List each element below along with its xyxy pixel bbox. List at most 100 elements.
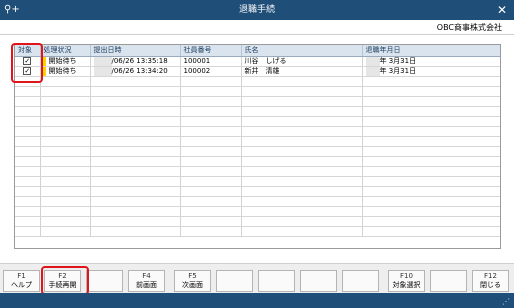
table-row[interactable]: ✓ 開始待ち /06/26 13:35:18 100001 川谷 しげる 年 3… xyxy=(15,56,500,67)
retirement-grid[interactable]: 対象 処理状況 提出日時 社員番号 氏名 退職年月日 ✓ 開始待ち /06/26… xyxy=(14,44,501,249)
grid-header-row: 対象 処理状況 提出日時 社員番号 氏名 退職年月日 xyxy=(15,45,500,57)
empty-cell xyxy=(40,166,91,177)
empty-cell xyxy=(180,156,242,167)
f4-prev-screen-button[interactable]: F4 前画面 xyxy=(128,270,165,292)
redacted-block xyxy=(93,56,112,65)
employee-no-cell: 100002 xyxy=(180,66,242,77)
empty-row[interactable] xyxy=(15,226,500,237)
fkey-label: 対象選択 xyxy=(392,281,421,289)
empty-row[interactable] xyxy=(15,216,500,227)
empty-cell xyxy=(241,136,363,147)
empty-cell xyxy=(241,76,363,87)
empty-row[interactable] xyxy=(15,126,500,137)
f12-close-button[interactable]: F12 閉じる xyxy=(472,270,509,292)
column-header-employee-no[interactable]: 社員番号 xyxy=(180,45,242,57)
empty-row[interactable] xyxy=(15,186,500,197)
empty-cell xyxy=(180,96,242,107)
empty-cell xyxy=(15,136,41,147)
empty-cell xyxy=(90,176,181,187)
f5-next-screen-button[interactable]: F5 次画面 xyxy=(174,270,211,292)
empty-cell xyxy=(15,146,41,157)
f2-button-highlight xyxy=(41,266,89,295)
empty-cell xyxy=(40,216,91,227)
f6-button[interactable] xyxy=(216,270,253,292)
fkey-number: F10 xyxy=(400,272,413,280)
empty-cell xyxy=(90,116,181,127)
empty-row[interactable] xyxy=(15,116,500,127)
empty-row[interactable] xyxy=(15,106,500,117)
empty-cell xyxy=(40,156,91,167)
empty-cell xyxy=(40,106,91,117)
empty-row[interactable] xyxy=(15,176,500,187)
empty-cell xyxy=(15,216,41,227)
empty-row[interactable] xyxy=(15,206,500,217)
fkey-label: 閉じる xyxy=(480,281,501,289)
empty-cell xyxy=(241,156,363,167)
empty-cell xyxy=(362,156,500,167)
empty-cell xyxy=(15,126,41,137)
empty-row[interactable] xyxy=(15,76,500,87)
fkey-number: F5 xyxy=(188,272,197,280)
employee-no-cell: 100001 xyxy=(180,56,242,67)
empty-cell xyxy=(15,196,41,207)
empty-cell xyxy=(180,116,242,127)
fkey-number: F12 xyxy=(484,272,497,280)
empty-cell xyxy=(15,186,41,197)
column-header-retire-date[interactable]: 退職年月日 xyxy=(362,45,500,57)
empty-cell xyxy=(15,166,41,177)
empty-row[interactable] xyxy=(15,136,500,147)
empty-row[interactable] xyxy=(15,96,500,107)
status-cell: 開始待ち xyxy=(40,66,91,77)
table-row[interactable]: ✓ 開始待ち /06/26 13:34:20 100002 新井 清雄 年 3月… xyxy=(15,66,500,77)
status-bar: ⋰ xyxy=(0,293,514,308)
f3-button[interactable] xyxy=(86,270,123,292)
target-column-highlight xyxy=(11,43,43,83)
empty-row[interactable] xyxy=(15,166,500,177)
f11-button[interactable] xyxy=(430,270,467,292)
f9-button[interactable] xyxy=(342,270,379,292)
f10-select-target-button[interactable]: F10 対象選択 xyxy=(388,270,425,292)
empty-cell xyxy=(180,226,242,237)
empty-row[interactable] xyxy=(15,146,500,157)
empty-cell xyxy=(90,196,181,207)
column-header-status[interactable]: 処理状況 xyxy=(40,45,91,57)
empty-cell xyxy=(180,136,242,147)
empty-cell xyxy=(40,86,91,97)
empty-cell xyxy=(362,86,500,97)
empty-row[interactable] xyxy=(15,196,500,207)
empty-cell xyxy=(180,106,242,117)
main-content: 対象 処理状況 提出日時 社員番号 氏名 退職年月日 ✓ 開始待ち /06/26… xyxy=(0,35,514,263)
empty-cell xyxy=(362,126,500,137)
empty-cell xyxy=(40,196,91,207)
empty-cell xyxy=(15,96,41,107)
empty-cell xyxy=(15,116,41,127)
empty-row[interactable] xyxy=(15,86,500,97)
retire-date-text: 年 3月31日 xyxy=(379,56,417,65)
column-header-name[interactable]: 氏名 xyxy=(241,45,363,57)
fkey-label: 前画面 xyxy=(136,281,157,289)
status-text: 開始待ち xyxy=(48,56,77,65)
resize-grip-icon[interactable]: ⋰ xyxy=(502,297,511,306)
f1-help-button[interactable]: F1 ヘルプ xyxy=(3,270,40,292)
f8-button[interactable] xyxy=(300,270,337,292)
empty-row[interactable] xyxy=(15,156,500,167)
empty-cell xyxy=(180,76,242,87)
close-icon[interactable]: ✕ xyxy=(494,2,510,18)
retire-date-text: 年 3月31日 xyxy=(379,66,417,75)
empty-cell xyxy=(241,206,363,217)
f7-button[interactable] xyxy=(258,270,295,292)
fkey-number: F4 xyxy=(142,272,151,280)
empty-cell xyxy=(241,126,363,137)
empty-cell xyxy=(241,226,363,237)
empty-cell xyxy=(90,86,181,97)
empty-cell xyxy=(40,206,91,217)
retire-date-cell: 年 3月31日 xyxy=(362,56,500,67)
empty-cell xyxy=(40,176,91,187)
empty-cell xyxy=(180,196,242,207)
empty-cell xyxy=(362,226,500,237)
empty-cell xyxy=(180,176,242,187)
status-text: 開始待ち xyxy=(48,66,77,75)
fkey-label: ヘルプ xyxy=(11,281,32,289)
empty-cell xyxy=(180,206,242,217)
column-header-submitted[interactable]: 提出日時 xyxy=(90,45,181,57)
